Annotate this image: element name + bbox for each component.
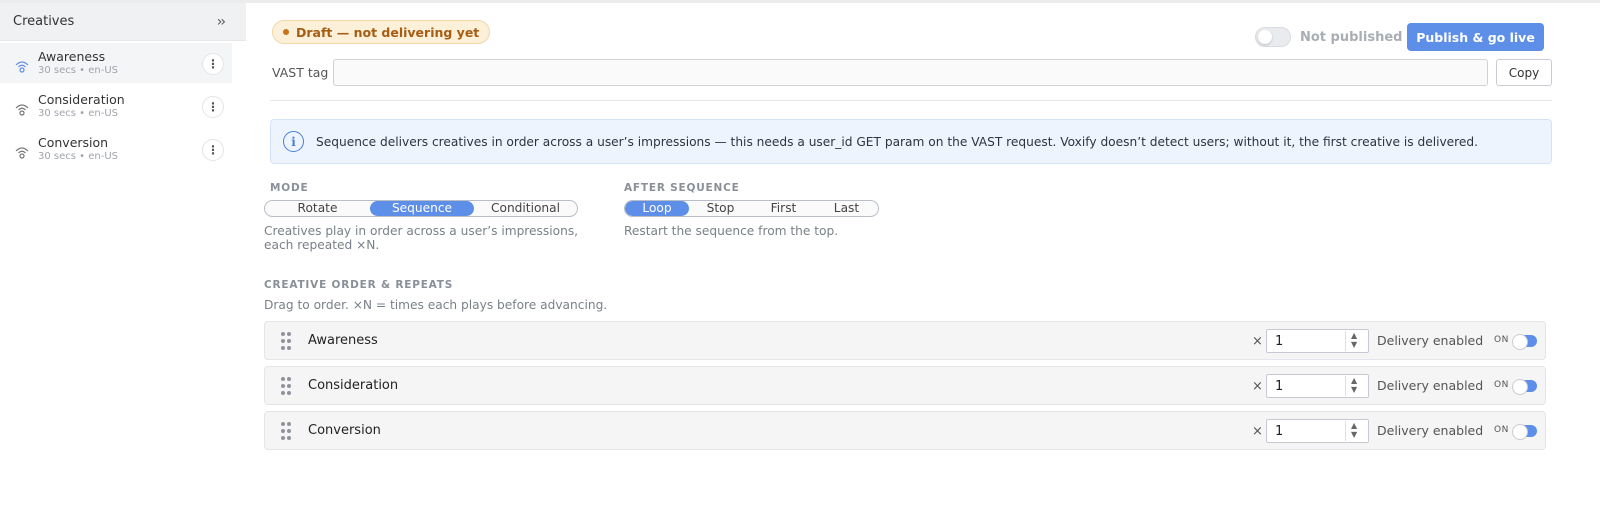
times-symbol: × bbox=[1252, 379, 1263, 394]
after-sequence-segmented-control: Loop Stop First Last bbox=[624, 200, 879, 217]
publish-go-live-button[interactable]: Publish & go live bbox=[1407, 23, 1544, 51]
mode-description-line1: Creatives play in order across a user’s … bbox=[264, 224, 579, 238]
delivery-toggle[interactable] bbox=[1512, 379, 1537, 395]
mode-option-conditional[interactable]: Conditional bbox=[474, 201, 577, 216]
creative-order-label: CREATIVE ORDER & REPEATS bbox=[264, 279, 454, 291]
drag-handle-icon[interactable] bbox=[281, 422, 293, 440]
sequence-editor: Draft — not delivering yet Not published… bbox=[264, 3, 1582, 520]
draft-badge-text: Draft — not delivering yet bbox=[296, 24, 480, 40]
creative-order-row[interactable]: Consideration × ▲ ▼ Delivery enabled ON bbox=[264, 366, 1546, 405]
sidebar-item-consideration[interactable]: Consideration 30 secs • en-US ⋮ bbox=[0, 86, 232, 126]
after-option-stop[interactable]: Stop bbox=[689, 201, 752, 216]
stepper-up-icon[interactable]: ▲ bbox=[1351, 331, 1357, 340]
more-options-icon[interactable]: ⋮ bbox=[202, 96, 224, 118]
sidebar-item-awareness[interactable]: Awareness 30 secs • en-US ⋮ bbox=[0, 43, 232, 83]
delivery-toggle[interactable] bbox=[1512, 334, 1537, 350]
repeat-stepper[interactable]: ▲ ▼ bbox=[1345, 376, 1365, 396]
toggle-on-label: ON bbox=[1494, 425, 1509, 435]
sidebar-item-conversion[interactable]: Conversion 30 secs • en-US ⋮ bbox=[0, 129, 232, 169]
vast-tag-label: VAST tag bbox=[272, 65, 329, 80]
creatives-sidebar: Creatives ›› Awareness 30 secs • en-US ⋮… bbox=[0, 3, 246, 520]
publish-toggle[interactable] bbox=[1255, 27, 1291, 47]
times-symbol: × bbox=[1252, 334, 1263, 349]
after-sequence-label: AFTER SEQUENCE bbox=[624, 182, 740, 194]
sidebar-header: Creatives ›› bbox=[0, 3, 246, 41]
mode-segmented-control: Rotate Sequence Conditional bbox=[264, 200, 578, 217]
delivery-enabled-label: Delivery enabled bbox=[1377, 333, 1484, 348]
info-icon: i bbox=[283, 131, 304, 152]
more-options-icon[interactable]: ⋮ bbox=[202, 53, 224, 75]
repeat-stepper[interactable]: ▲ ▼ bbox=[1345, 331, 1365, 351]
sidebar-item-meta: 30 secs • en-US bbox=[38, 65, 118, 76]
sidebar-item-name: Conversion bbox=[38, 135, 109, 150]
stepper-up-icon[interactable]: ▲ bbox=[1351, 376, 1357, 385]
broadcast-icon bbox=[15, 61, 29, 73]
creative-name: Conversion bbox=[308, 423, 381, 438]
publish-status: Not published bbox=[1300, 30, 1403, 45]
stepper-down-icon[interactable]: ▼ bbox=[1351, 385, 1357, 394]
creative-order-row[interactable]: Awareness × ▲ ▼ Delivery enabled ON bbox=[264, 321, 1546, 360]
sidebar-item-name: Awareness bbox=[38, 49, 106, 64]
sidebar-item-meta: 30 secs • en-US bbox=[38, 151, 118, 162]
times-symbol: × bbox=[1252, 424, 1263, 439]
repeat-stepper[interactable]: ▲ ▼ bbox=[1345, 421, 1365, 441]
creative-name: Consideration bbox=[308, 378, 399, 393]
toggle-on-label: ON bbox=[1494, 380, 1509, 390]
broadcast-icon bbox=[15, 104, 29, 116]
mode-option-rotate[interactable]: Rotate bbox=[265, 201, 370, 216]
after-option-first[interactable]: First bbox=[752, 201, 815, 216]
stepper-down-icon[interactable]: ▼ bbox=[1351, 340, 1357, 349]
creative-name: Awareness bbox=[308, 333, 378, 348]
vast-tag-input[interactable] bbox=[333, 59, 1488, 86]
drag-handle-icon[interactable] bbox=[281, 377, 293, 395]
sidebar-title: Creatives bbox=[13, 14, 75, 29]
after-option-loop[interactable]: Loop bbox=[625, 201, 689, 216]
sidebar-item-name: Consideration bbox=[38, 92, 125, 107]
creative-order-row[interactable]: Conversion × ▲ ▼ Delivery enabled ON bbox=[264, 411, 1546, 450]
sidebar-item-meta: 30 secs • en-US bbox=[38, 108, 118, 119]
delivery-enabled-label: Delivery enabled bbox=[1377, 378, 1484, 393]
mode-option-sequence[interactable]: Sequence bbox=[370, 201, 474, 216]
mode-label: MODE bbox=[270, 182, 309, 194]
info-text: Sequence delivers creatives in order acr… bbox=[316, 134, 1479, 149]
delivery-toggle[interactable] bbox=[1512, 424, 1537, 440]
creative-order-hint: Drag to order. ×N = times each plays bef… bbox=[264, 298, 608, 312]
stepper-up-icon[interactable]: ▲ bbox=[1351, 421, 1357, 430]
stepper-down-icon[interactable]: ▼ bbox=[1351, 430, 1357, 439]
status-dot-icon bbox=[283, 29, 289, 35]
after-option-last[interactable]: Last bbox=[815, 201, 878, 216]
broadcast-icon bbox=[15, 147, 29, 159]
divider bbox=[270, 100, 1552, 101]
more-options-icon[interactable]: ⋮ bbox=[202, 139, 224, 161]
double-chevron-right-icon[interactable]: ›› bbox=[217, 14, 226, 30]
toggle-on-label: ON bbox=[1494, 335, 1509, 345]
drag-handle-icon[interactable] bbox=[281, 332, 293, 350]
draft-status-badge: Draft — not delivering yet bbox=[272, 20, 491, 44]
after-sequence-description: Restart the sequence from the top. bbox=[624, 224, 839, 238]
copy-button[interactable]: Copy bbox=[1496, 59, 1552, 86]
mode-description-line2: each repeated ×N. bbox=[264, 238, 380, 252]
delivery-enabled-label: Delivery enabled bbox=[1377, 423, 1484, 438]
sequence-info-callout: i Sequence delivers creatives in order a… bbox=[270, 119, 1552, 164]
